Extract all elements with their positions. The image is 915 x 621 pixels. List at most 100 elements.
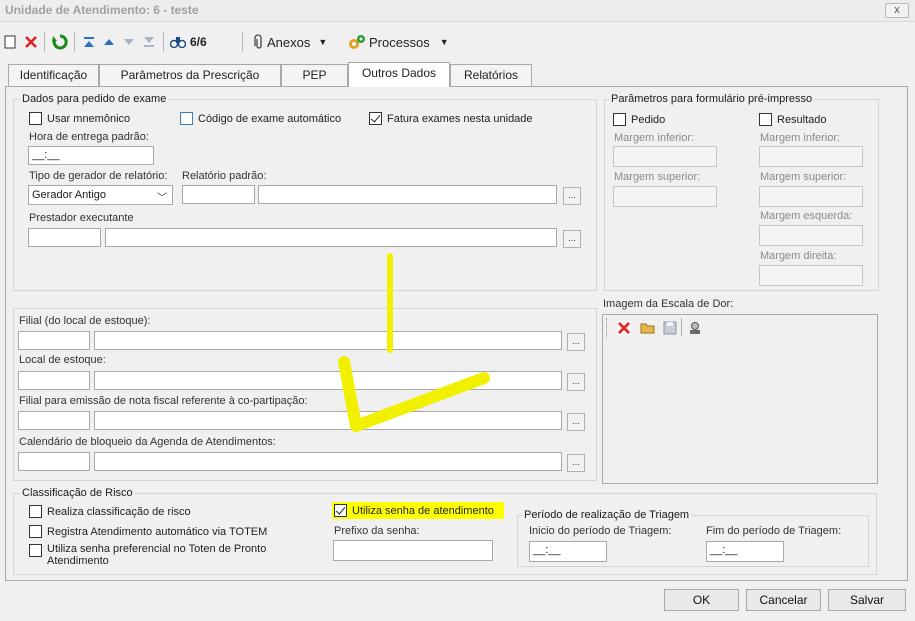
tab-parametros-prescricao[interactable]: Parâmetros da Prescrição: [99, 64, 281, 86]
toolbar-separator: [681, 318, 682, 336]
pedido-bottom-margin-label: Margem inferior:: [614, 132, 695, 144]
checkbox-box: [29, 525, 42, 538]
generator-type-label: Tipo de gerador de relatório:: [29, 170, 168, 182]
chevron-down-icon: ▼: [318, 37, 328, 47]
invoice-branch-label: Filial para emissão de nota fiscal refer…: [19, 395, 308, 407]
invoice-branch-code-input[interactable]: [18, 411, 90, 430]
triage-start-label: Inicio do período de Triagem:: [529, 525, 672, 537]
auto-exam-code-label: Código de exame automático: [198, 112, 342, 125]
branch-lookup-button[interactable]: ...: [567, 333, 585, 351]
left-margin-label: Margem esquerda:: [760, 210, 853, 222]
provider-code-input[interactable]: [28, 228, 101, 247]
next-record-icon[interactable]: [122, 32, 136, 52]
risk-group-legend: Classificação de Risco: [20, 487, 135, 499]
save-button[interactable]: Salvar: [828, 589, 906, 611]
resultado-bottom-margin-input[interactable]: [759, 146, 863, 167]
save-image-icon[interactable]: [663, 321, 677, 338]
password-prefix-input[interactable]: [333, 540, 493, 561]
triage-end-input[interactable]: __:__: [706, 541, 784, 562]
cancel-button[interactable]: Cancelar: [746, 589, 821, 611]
branch-name-input[interactable]: [94, 331, 562, 350]
gears-icon: [348, 34, 366, 50]
pedido-checkbox[interactable]: Pedido: [613, 113, 665, 126]
search-record-icon[interactable]: [170, 32, 186, 52]
stock-location-code-input[interactable]: [18, 371, 90, 390]
generator-type-select[interactable]: Gerador Antigo ﹀: [28, 185, 173, 205]
ok-button[interactable]: OK: [664, 589, 739, 611]
chevron-down-icon: ﹀: [157, 193, 167, 204]
default-report-lookup-button[interactable]: ...: [563, 187, 581, 205]
checkbox-box: [334, 504, 347, 517]
checkbox-box: [759, 113, 772, 126]
right-margin-input[interactable]: [759, 265, 863, 286]
clear-image-icon[interactable]: [617, 321, 631, 338]
uses-password-checkbox[interactable]: Utiliza senha de atendimento: [334, 504, 494, 517]
right-margin-label: Margem direita:: [760, 250, 837, 262]
resultado-checkbox[interactable]: Resultado: [759, 113, 827, 126]
processes-menu[interactable]: Processos ▼: [348, 32, 449, 52]
checkbox-box: [180, 112, 193, 125]
calendar-name-input[interactable]: [94, 452, 562, 471]
invoice-branch-lookup-button[interactable]: ...: [567, 413, 585, 431]
last-record-icon[interactable]: [142, 32, 156, 52]
left-margin-input[interactable]: [759, 225, 863, 246]
stock-location-name-input[interactable]: [94, 371, 562, 390]
tab-outros-dados[interactable]: Outros Dados: [348, 62, 450, 87]
resultado-label: Resultado: [777, 113, 827, 126]
stock-location-label: Local de estoque:: [19, 354, 106, 366]
first-record-icon[interactable]: [82, 32, 96, 52]
provider-name-input[interactable]: [105, 228, 557, 247]
triage-end-label: Fim do período de Triagem:: [706, 525, 842, 537]
scanner-icon[interactable]: [688, 321, 702, 338]
bill-exams-checkbox[interactable]: Fatura exames nesta unidade: [369, 112, 533, 125]
uses-password-label: Utiliza senha de atendimento: [352, 504, 494, 517]
checkbox-box: [613, 113, 626, 126]
pain-scale-toolbar: [606, 318, 700, 338]
provider-label: Prestador executante: [29, 212, 134, 224]
previous-record-icon[interactable]: [102, 32, 116, 52]
preferential-password-label: Utiliza senha preferencial no Toten de P…: [47, 543, 267, 567]
exam-group-legend: Dados para pedido de exame: [20, 93, 169, 105]
preferential-password-checkbox[interactable]: Utiliza senha preferencial no Toten de P…: [29, 543, 294, 567]
use-mnemonic-label: Usar mnemônico: [47, 112, 131, 125]
pain-scale-label: Imagem da Escala de Dor:: [603, 298, 734, 310]
stock-location-lookup-button[interactable]: ...: [567, 373, 585, 391]
calendar-code-input[interactable]: [18, 452, 90, 471]
toolbar-separator: [44, 32, 45, 52]
branch-code-input[interactable]: [18, 331, 90, 350]
refresh-icon[interactable]: [52, 32, 68, 52]
totem-checkbox[interactable]: Registra Atendimento automático via TOTE…: [29, 525, 267, 538]
close-button[interactable]: x: [885, 3, 909, 18]
default-report-name-input[interactable]: [258, 185, 557, 204]
tab-pep[interactable]: PEP: [281, 64, 348, 86]
default-report-code-input[interactable]: [182, 185, 255, 204]
calendar-lookup-button[interactable]: ...: [567, 454, 585, 472]
window-title-bar: Unidade de Atendimento: 6 - teste x: [0, 0, 915, 22]
delivery-time-input[interactable]: __:__: [28, 146, 154, 165]
invoice-branch-name-input[interactable]: [94, 411, 562, 430]
checkbox-box: [29, 544, 42, 557]
use-mnemonic-checkbox[interactable]: Usar mnemônico: [29, 112, 130, 125]
triage-start-input[interactable]: __:__: [529, 541, 607, 562]
auto-exam-code-checkbox[interactable]: Código de exame automático: [180, 112, 341, 125]
checkbox-box: [29, 112, 42, 125]
attachments-menu[interactable]: Anexos ▼: [252, 32, 327, 52]
provider-lookup-button[interactable]: ...: [563, 230, 581, 248]
toolbar-separator: [163, 32, 164, 52]
pedido-bottom-margin-input[interactable]: [613, 146, 717, 167]
tab-relatorios[interactable]: Relatórios: [450, 64, 532, 86]
pedido-top-margin-input[interactable]: [613, 186, 717, 207]
new-record-icon[interactable]: [4, 32, 16, 52]
toolbar: 6/6 Anexos ▼ Processos ▼: [0, 28, 915, 56]
chevron-down-icon: ▼: [439, 37, 449, 47]
resultado-top-margin-label: Margem superior:: [760, 171, 847, 183]
pain-scale-image-box[interactable]: [602, 314, 878, 484]
toolbar-separator: [74, 32, 75, 52]
tab-identificacao[interactable]: Identificação: [8, 64, 99, 86]
delete-record-icon[interactable]: [24, 32, 38, 52]
risk-classification-checkbox[interactable]: Realiza classificação de risco: [29, 505, 191, 518]
resultado-top-margin-input[interactable]: [759, 186, 863, 207]
paperclip-icon: [252, 34, 264, 50]
window-title: Unidade de Atendimento: 6 - teste: [5, 3, 199, 17]
open-folder-icon[interactable]: [640, 321, 656, 338]
